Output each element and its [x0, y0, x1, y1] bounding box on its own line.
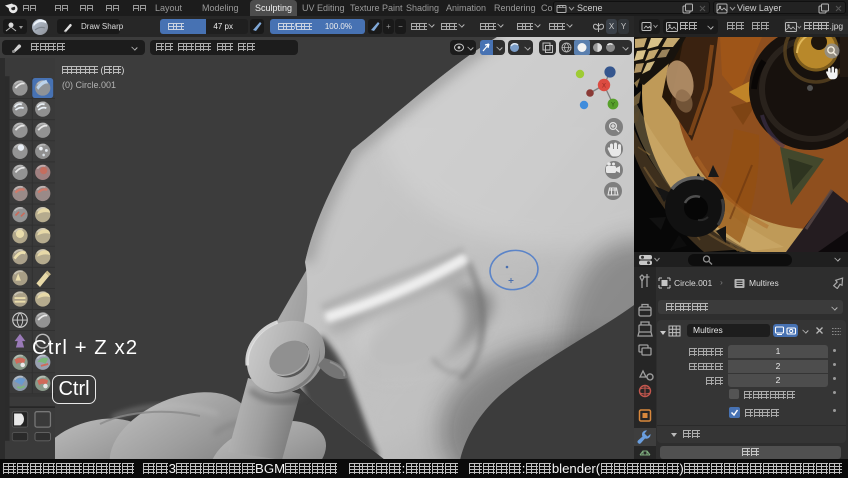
svg-text:X: X	[602, 84, 606, 90]
svg-text:Y: Y	[611, 103, 615, 109]
